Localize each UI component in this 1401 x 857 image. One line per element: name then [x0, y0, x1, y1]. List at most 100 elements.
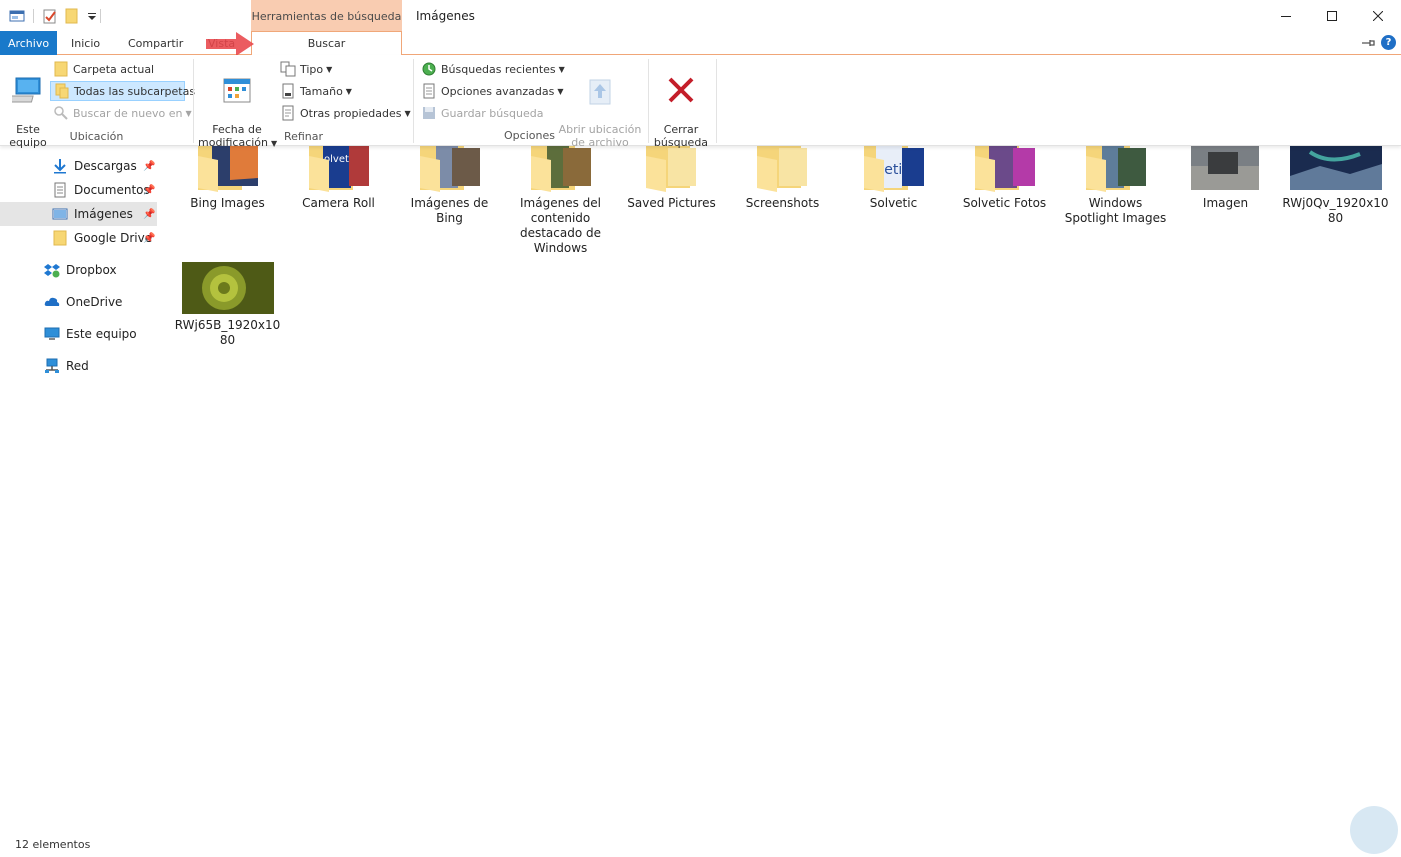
network-icon	[45, 358, 59, 373]
opciones-avanzadas-label: Opciones avanzadas	[441, 84, 555, 98]
dropdown-arrow-icon: ▼	[345, 86, 352, 96]
opciones-avanzadas-button[interactable]: Opciones avanzadas ▼	[421, 81, 564, 101]
file-item-label: Camera Roll	[302, 196, 375, 210]
navigation-pane: Descargas 📌 Documentos 📌 Imágenes 📌 Goog…	[0, 146, 157, 828]
red-arrow-annotation	[206, 32, 254, 56]
properties-file-icon	[282, 105, 294, 121]
nav-label: Red	[66, 359, 89, 373]
folder-icon	[172, 143, 283, 192]
file-item-contenido-destacado[interactable]: Imágenes del contenido destacado de Wind…	[505, 146, 616, 256]
window-app-icon[interactable]	[9, 8, 25, 24]
group-separator	[648, 59, 649, 143]
minimize-button[interactable]	[1263, 0, 1309, 31]
nav-item-dropbox[interactable]: Dropbox	[0, 258, 157, 282]
file-item-label: Windows Spotlight Images	[1064, 196, 1167, 225]
tab-compartir[interactable]: Compartir	[128, 31, 183, 55]
nav-item-descargas[interactable]: Descargas 📌	[0, 154, 157, 178]
nav-item-google-drive[interactable]: Google Drive 📌	[0, 226, 157, 250]
pin-icon[interactable]: 📌	[143, 209, 155, 220]
nav-item-documentos[interactable]: Documentos 📌	[0, 178, 157, 202]
group-ubicacion: Este equipo Carpeta actual Todas las sub…	[0, 55, 195, 149]
file-item-label: Solvetic	[869, 196, 918, 210]
nav-item-este-equipo[interactable]: Este equipo	[0, 322, 157, 346]
pin-ribbon-icon[interactable]	[1361, 36, 1375, 50]
close-icon	[1373, 10, 1383, 21]
nav-label: Documentos	[74, 183, 150, 197]
close-button[interactable]	[1355, 0, 1401, 31]
carpeta-actual-button[interactable]: Carpeta actual	[50, 59, 185, 79]
dropdown-arrow-icon: ▼	[185, 108, 192, 118]
customize-qat-icon[interactable]	[84, 8, 100, 24]
dropdown-arrow-icon: ▼	[326, 64, 333, 74]
nav-label: Descargas	[74, 159, 137, 173]
folder-icon	[505, 146, 616, 192]
file-item-label: Imagen	[1202, 196, 1249, 210]
file-type-icon	[280, 61, 296, 77]
qat-separator	[33, 9, 34, 23]
tamano-label: Tamaño	[300, 84, 343, 98]
nav-item-imagenes[interactable]: Imágenes 📌	[0, 202, 157, 226]
otras-propiedades-label: Otras propiedades	[300, 106, 402, 120]
folder-icon	[54, 61, 68, 77]
file-item-screenshots[interactable]: Screenshots	[727, 146, 838, 211]
pin-icon[interactable]: 📌	[143, 233, 155, 244]
computer-icon	[12, 77, 41, 103]
group-label-opciones: Opciones	[504, 129, 555, 142]
tipo-label: Tipo	[300, 62, 324, 76]
file-item-camera-roll[interactable]: olvetic Camera Roll	[283, 146, 394, 211]
maximize-icon	[1327, 10, 1337, 21]
nav-item-onedrive[interactable]: OneDrive	[0, 290, 157, 314]
file-item-rwj0qv[interactable]: RWj0Qv_1920x1080	[1280, 146, 1391, 226]
pin-icon[interactable]: 📌	[143, 185, 155, 196]
otras-propiedades-button[interactable]: Otras propiedades ▼	[280, 103, 411, 123]
group-refinar: Fecha de modificación ▼ Tipo ▼ Tamaño ▼ O…	[194, 55, 413, 149]
folder-icon	[727, 146, 838, 192]
tab-buscar[interactable]: Buscar	[251, 31, 402, 55]
download-arrow-icon	[54, 159, 66, 174]
pin-icon[interactable]: 📌	[143, 161, 155, 172]
help-icon[interactable]: ?	[1381, 35, 1396, 50]
file-item-saved-pictures[interactable]: Saved Pictures	[616, 146, 727, 211]
tab-archivo[interactable]: Archivo	[0, 31, 57, 55]
computer-icon	[44, 327, 60, 340]
cerrar-busqueda-button[interactable]: Cerrar búsqueda	[650, 61, 712, 149]
todas-subcarpetas-button[interactable]: Todas las subcarpetas	[50, 81, 195, 101]
buscar-nuevo-label: Buscar de nuevo en	[73, 106, 183, 120]
file-item-solvetic-fotos[interactable]: Solvetic Fotos	[949, 146, 1060, 211]
file-item-solvetic[interactable]: veti Solvetic	[838, 146, 949, 211]
ribbon-panel: Este equipo Carpeta actual Todas las sub…	[0, 55, 1401, 149]
file-item-bing-images[interactable]: Bing Images	[172, 143, 283, 211]
new-folder-icon[interactable]	[64, 8, 80, 24]
image-thumbnail	[172, 262, 283, 314]
qat-separator	[100, 9, 101, 23]
folder-icon	[616, 146, 727, 192]
folder-icon	[949, 146, 1060, 192]
tamano-button[interactable]: Tamaño ▼	[280, 81, 352, 101]
file-item-rwj65b[interactable]: RWj65B_1920x1080	[172, 262, 283, 348]
busquedas-recientes-button[interactable]: Búsquedas recientes ▼	[421, 59, 565, 79]
properties-icon[interactable]	[42, 8, 58, 24]
buscar-nuevo-button[interactable]: Buscar de nuevo en ▼	[50, 103, 192, 123]
cerrar-busqueda-label: Cerrar búsqueda	[653, 123, 709, 149]
pictures-icon	[52, 208, 68, 220]
file-item-label: Saved Pictures	[627, 196, 716, 210]
file-item-label: Screenshots	[745, 196, 820, 210]
file-item-windows-spotlight[interactable]: Windows Spotlight Images	[1060, 146, 1171, 226]
tipo-button[interactable]: Tipo ▼	[280, 59, 332, 79]
file-item-imagen[interactable]: Imagen	[1170, 146, 1281, 211]
dropdown-arrow-icon: ▼	[404, 108, 411, 118]
nav-label: Dropbox	[66, 263, 117, 277]
search-tools-header-label: Herramientas de búsqueda	[251, 10, 402, 23]
carpeta-actual-label: Carpeta actual	[73, 62, 155, 76]
nav-label: Este equipo	[66, 327, 137, 341]
file-size-icon	[282, 83, 294, 99]
image-thumbnail	[1280, 146, 1391, 192]
group-label-ubicacion: Ubicación	[69, 130, 124, 143]
nav-item-red[interactable]: Red	[0, 354, 157, 378]
file-item-label: Bing Images	[190, 196, 265, 210]
recent-searches-icon	[422, 62, 436, 76]
maximize-button[interactable]	[1309, 0, 1355, 31]
guardar-busqueda-button[interactable]: Guardar búsqueda	[421, 103, 543, 123]
tab-inicio[interactable]: Inicio	[71, 31, 100, 55]
file-item-imagenes-de-bing[interactable]: Imágenes de Bing	[394, 146, 505, 226]
